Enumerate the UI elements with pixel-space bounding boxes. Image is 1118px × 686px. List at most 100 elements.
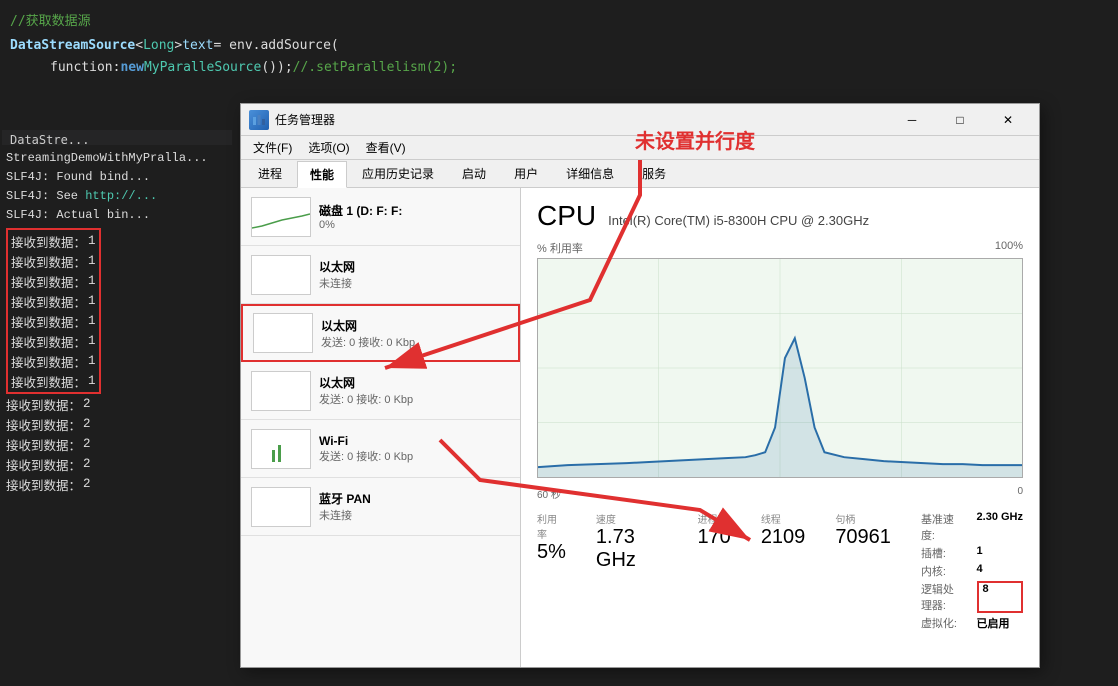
eth2-sub: 发送: 0 接收: 0 Kbp <box>321 334 508 350</box>
device-eth1[interactable]: 以太网 未连接 <box>241 246 520 304</box>
task-manager-icon <box>249 110 269 130</box>
code-func: function: <box>50 60 120 75</box>
code-generic: < <box>135 38 143 53</box>
device-wifi[interactable]: Wi-Fi 发送: 0 接收: 0 Kbp <box>241 420 520 478</box>
task-manager-title: 任务管理器 <box>275 111 889 128</box>
speed-stat: 速度 1.73 GHz <box>596 511 668 572</box>
eth3-graph <box>251 371 311 411</box>
eth1-graph <box>251 255 311 295</box>
task-manager-menubar: 文件(F) 选项(O) 查看(V) <box>241 136 1039 160</box>
eth3-sub: 发送: 0 接收: 0 Kbp <box>319 391 510 407</box>
device-list: 磁盘 1 (D: F: F: 0% 以太网 未连接 <box>241 188 521 667</box>
virtual-label: 虚拟化: <box>921 615 961 631</box>
close-button[interactable]: ✕ <box>985 105 1031 135</box>
cpu-bottom-stats: 利用率 5% 速度 1.73 GHz 进程 170 线程 2109 句柄 7 <box>537 511 1023 631</box>
tab-process[interactable]: 进程 <box>245 160 295 187</box>
cpu-panel: CPU Intel(R) Core(TM) i5-8300H CPU @ 2.3… <box>521 188 1039 667</box>
device-eth2[interactable]: 以太网 发送: 0 接收: 0 Kbp <box>241 304 520 362</box>
thread-stat-label: 线程 <box>761 511 806 526</box>
minimize-button[interactable]: ─ <box>889 105 935 135</box>
tab-startup[interactable]: 启动 <box>449 160 499 187</box>
utilization-label-row: % 利用率 100% <box>537 240 1023 256</box>
process-stat: 进程 170 <box>697 511 730 549</box>
utilization-stat: 利用率 5% <box>537 511 566 564</box>
logical-label: 逻辑处理器: <box>921 581 961 613</box>
code-call: ()); <box>261 60 292 75</box>
base-speed-value: 2.30 GHz <box>977 511 1023 543</box>
eth2-graph <box>253 313 313 353</box>
eth2-info: 以太网 发送: 0 接收: 0 Kbp <box>321 317 508 350</box>
code-line-3: function: new MyParalleSource());//.setP… <box>0 56 1118 78</box>
core-value: 4 <box>977 563 1023 579</box>
logical-value: 8 <box>977 581 1023 613</box>
tab-performance[interactable]: 性能 <box>297 161 347 188</box>
received-1: 接收到数据：1 <box>11 231 96 251</box>
received-11: 接收到数据：2 <box>6 434 234 454</box>
handle-stat: 句柄 70961 <box>835 511 891 549</box>
received-3: 接收到数据：1 <box>11 271 96 291</box>
menu-file[interactable]: 文件(F) <box>245 137 300 158</box>
cpu-graph-svg <box>538 259 1022 477</box>
console-slf3: SLF4J: Actual bin... <box>6 206 234 225</box>
device-disk[interactable]: 磁盘 1 (D: F: F: 0% <box>241 188 520 246</box>
received-9: 接收到数据：2 <box>6 394 234 414</box>
task-manager-window: 任务管理器 ─ □ ✕ 文件(F) 选项(O) 查看(V) 进程 性能 应用历史… <box>240 103 1040 668</box>
disk-name: 磁盘 1 (D: F: F: <box>319 202 510 219</box>
time-label-right: 0 <box>1017 486 1023 501</box>
code-line-1: //获取数据源 <box>0 8 1118 30</box>
virtual-value: 已启用 <box>977 615 1023 631</box>
speed-stat-label: 速度 <box>596 511 668 526</box>
thread-stat: 线程 2109 <box>761 511 806 549</box>
code-class: MyParalleSource <box>144 60 261 75</box>
core-label: 内核: <box>921 563 961 579</box>
code-type: Long <box>143 38 174 53</box>
eth1-sub: 未连接 <box>319 275 510 291</box>
wifi-info: Wi-Fi 发送: 0 接收: 0 Kbp <box>319 434 510 464</box>
time-labels: 60 秒 0 <box>537 486 1023 501</box>
tab-users[interactable]: 用户 <box>501 160 551 187</box>
menu-options[interactable]: 选项(O) <box>300 137 357 158</box>
cpu-title: CPU <box>537 200 596 232</box>
received-12: 接收到数据：2 <box>6 454 234 474</box>
received-4: 接收到数据：1 <box>11 291 96 311</box>
wifi-sub: 发送: 0 接收: 0 Kbp <box>319 448 510 464</box>
task-manager-tabs: 进程 性能 应用历史记录 启动 用户 详细信息 服务 <box>241 160 1039 188</box>
eth1-name: 以太网 <box>319 258 510 275</box>
received-6: 接收到数据：1 <box>11 331 96 351</box>
bt-name: 蓝牙 PAN <box>319 490 510 507</box>
received-10: 接收到数据：2 <box>6 414 234 434</box>
handle-stat-label: 句柄 <box>835 511 891 526</box>
cpu-header: CPU Intel(R) Core(TM) i5-8300H CPU @ 2.3… <box>537 200 1023 232</box>
keyword-datastream: DataStreamSource <box>10 38 135 53</box>
menu-view[interactable]: 查看(V) <box>358 137 414 158</box>
console-link[interactable]: http://... <box>85 189 157 203</box>
handle-stat-value: 70961 <box>835 526 891 549</box>
eth3-name: 以太网 <box>319 374 510 391</box>
tab-history[interactable]: 应用历史记录 <box>349 160 447 187</box>
code-var: text <box>182 38 213 53</box>
wifi-graph <box>251 429 311 469</box>
comment-text: //获取数据源 <box>10 10 91 29</box>
console-output-area: StreamingDemoWithMyPralla... SLF4J: Foun… <box>0 145 240 686</box>
utilization-max: 100% <box>995 240 1023 256</box>
disk-info: 磁盘 1 (D: F: F: 0% <box>319 202 510 231</box>
bt-sub: 未连接 <box>319 507 510 523</box>
console-slf2: SLF4J: See http://... <box>6 187 234 206</box>
received-5: 接收到数据：1 <box>11 311 96 331</box>
utilization-stat-label: 利用率 <box>537 511 566 541</box>
received-group-1: 接收到数据：1 接收到数据：1 接收到数据：1 接收到数据：1 接收到数据：1 … <box>6 228 101 394</box>
tab-details[interactable]: 详细信息 <box>553 160 627 187</box>
device-eth3[interactable]: 以太网 发送: 0 接收: 0 Kbp <box>241 362 520 420</box>
kw-new: new <box>120 60 143 75</box>
code-line-2: DataStreamSource<Long> text = env.addSou… <box>0 34 1118 56</box>
code-eq: = env.addSource( <box>214 38 339 53</box>
device-bt[interactable]: 蓝牙 PAN 未连接 <box>241 478 520 536</box>
console-slf1: SLF4J: Found bind... <box>6 168 234 187</box>
maximize-button[interactable]: □ <box>937 105 983 135</box>
code-sym1: > <box>174 38 182 53</box>
received-2: 接收到数据：1 <box>11 251 96 271</box>
speed-stat-value: 1.73 GHz <box>596 526 668 572</box>
bt-info: 蓝牙 PAN 未连接 <box>319 490 510 523</box>
cpu-model: Intel(R) Core(TM) i5-8300H CPU @ 2.30GHz <box>608 213 869 228</box>
tab-services[interactable]: 服务 <box>629 160 679 187</box>
